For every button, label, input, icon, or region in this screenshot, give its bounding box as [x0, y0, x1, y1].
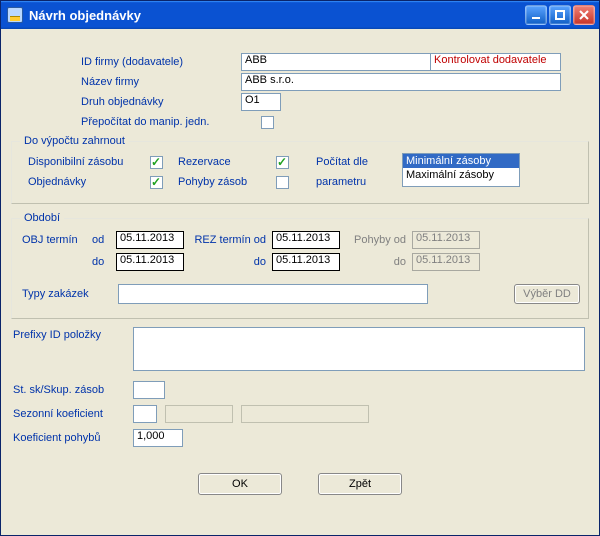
sezonni-input-2 — [165, 405, 233, 423]
pocitat-label-2: parametru — [316, 176, 366, 188]
zahrnout-legend: Do výpočtu zahrnout — [20, 135, 129, 147]
id-firmy-input[interactable]: ABB — [241, 53, 431, 71]
druh-objednavky-label: Druh objednávky — [81, 96, 241, 108]
back-button[interactable]: Zpět — [318, 473, 402, 495]
prepocitat-checkbox[interactable] — [261, 116, 274, 129]
typy-zakazek-input[interactable] — [118, 284, 428, 304]
koef-pohybu-label: Koeficient pohybů — [13, 432, 133, 444]
objednavky-label: Objednávky — [28, 176, 150, 188]
window-title: Návrh objednávky — [29, 8, 525, 23]
disponibilni-checkbox[interactable] — [150, 156, 163, 169]
pohyby-od-input: 05.11.2013 — [412, 231, 480, 249]
sezonni-label: Sezonní koeficient — [13, 408, 133, 420]
disponibilni-label: Disponibilní zásobu — [28, 156, 150, 168]
stsk-label: St. sk/Skup. zásob — [13, 384, 133, 396]
parametr-option-max[interactable]: Maximální zásoby — [403, 168, 519, 182]
close-button[interactable] — [573, 5, 595, 25]
parametr-listbox[interactable]: Minimální zásoby Maximální zásoby — [402, 153, 520, 187]
druh-objednavky-input[interactable]: O1 — [241, 93, 281, 111]
obj-od-input[interactable]: 05.11.2013 — [116, 231, 184, 249]
kontrolovat-dodavatele-link[interactable]: Kontrolovat dodavatele — [431, 53, 561, 71]
typy-zakazek-label: Typy zakázek — [22, 288, 118, 300]
sezonni-input-1[interactable] — [133, 405, 157, 423]
rez-termin-od-label: REZ termín od — [184, 234, 272, 246]
objednavky-checkbox[interactable] — [150, 176, 163, 189]
pohyby-label: Pohyby zásob — [178, 176, 276, 188]
obj-termin-label: OBJ termín — [22, 234, 92, 246]
app-icon — [7, 7, 23, 23]
pocitat-label-1: Počítat dle — [316, 156, 368, 168]
sezonni-input-3 — [241, 405, 369, 423]
prefixy-label: Prefixy ID položky — [13, 327, 133, 341]
pohyby-do-label: do — [346, 256, 412, 268]
rez-od-input[interactable]: 05.11.2013 — [272, 231, 340, 249]
footer-buttons: OK Zpět — [9, 473, 591, 495]
pohyby-od-label: Pohyby od — [346, 234, 412, 246]
pohyby-do-input: 05.11.2013 — [412, 253, 480, 271]
pohyby-checkbox[interactable] — [276, 176, 289, 189]
zahrnout-fieldset: Do výpočtu zahrnout Disponibilní zásobu … — [11, 135, 589, 204]
obdobi-legend: Období — [20, 212, 64, 224]
rez-do-input[interactable]: 05.11.2013 — [272, 253, 340, 271]
nazev-firmy-input[interactable]: ABB s.r.o. — [241, 73, 561, 91]
rezervace-checkbox[interactable] — [276, 156, 289, 169]
rezervace-label: Rezervace — [178, 156, 276, 168]
titlebar: Návrh objednávky — [1, 1, 599, 29]
id-firmy-label: ID firmy (dodavatele) — [81, 56, 241, 68]
prefixy-input[interactable] — [133, 327, 585, 371]
obj-do-input[interactable]: 05.11.2013 — [116, 253, 184, 271]
minimize-button[interactable] — [525, 5, 547, 25]
window-frame: Návrh objednávky ID firmy (dodavatele) A… — [0, 0, 600, 536]
obj-od-label: od — [92, 234, 116, 246]
maximize-button[interactable] — [549, 5, 571, 25]
rez-do-label: do — [184, 256, 272, 268]
stsk-input[interactable] — [133, 381, 165, 399]
ok-button[interactable]: OK — [198, 473, 282, 495]
vyber-dd-button[interactable]: Výběr DD — [514, 284, 580, 304]
obj-do-label: do — [92, 256, 116, 268]
obdobi-fieldset: Období OBJ termín od 05.11.2013 REZ term… — [11, 212, 589, 319]
client-area: ID firmy (dodavatele) ABB Kontrolovat do… — [1, 29, 599, 535]
parametr-option-min[interactable]: Minimální zásoby — [403, 154, 519, 168]
prepocitat-label: Přepočítat do manip. jedn. — [81, 116, 261, 128]
koef-pohybu-input[interactable]: 1,000 — [133, 429, 183, 447]
nazev-firmy-label: Název firmy — [81, 76, 241, 88]
window-buttons — [525, 5, 595, 25]
